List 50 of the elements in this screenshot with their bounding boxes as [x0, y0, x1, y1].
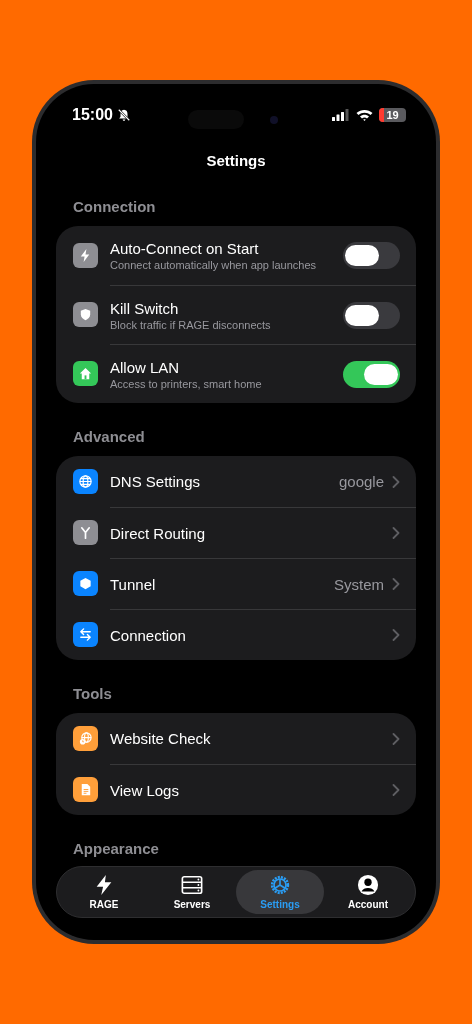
settings-row[interactable]: Direct Routing	[56, 507, 416, 558]
toggle-switch[interactable]	[343, 301, 400, 329]
row-value: System	[334, 575, 384, 593]
section-header: Connection	[72, 198, 157, 216]
row-title: Direct Routing	[110, 524, 207, 542]
row-title: Website Check	[110, 730, 212, 747]
tab-item[interactable]: Account	[324, 870, 412, 914]
camera-lens	[270, 116, 278, 124]
wifi-icon	[356, 109, 373, 121]
section-header: Advanced	[72, 428, 146, 446]
battery-percentage: 19	[386, 109, 399, 121]
settings-row[interactable]: Auto-Connect on Start Connect automatically when app launches	[56, 226, 416, 285]
row-subtitle: Block traffic if RAGE disconnects	[110, 318, 272, 331]
row-title: Kill Switch	[110, 299, 180, 317]
settings-row[interactable]: Website Check	[56, 713, 416, 764]
settings-row[interactable]: Kill Switch Block traffic if RAGE disconnects	[56, 285, 416, 344]
row-title: Connection	[110, 626, 187, 644]
toggle-switch[interactable]	[343, 242, 400, 269]
settings-icon	[269, 874, 291, 896]
screen-title: Settings	[205, 152, 267, 170]
bell-slash-icon	[116, 108, 131, 122]
tab-item[interactable]: RAGE	[60, 870, 148, 914]
settings-row[interactable]: View Logs	[56, 764, 416, 815]
row-title: DNS Settings	[110, 473, 202, 490]
row-title: Allow LAN	[110, 358, 181, 376]
settings-row[interactable]: Connection	[56, 609, 416, 660]
section-header: Appearance	[72, 840, 160, 858]
row-title: View Logs	[110, 781, 180, 799]
signal-icon	[332, 109, 350, 121]
row-title: Tunnel	[110, 575, 157, 593]
chevron-icon	[392, 629, 400, 641]
chevron-icon	[392, 784, 400, 796]
section-header: Tools	[72, 685, 113, 703]
settings-row[interactable]: Allow LAN Access to printers, smart home	[56, 344, 416, 403]
account-icon	[357, 874, 379, 896]
chevron-icon	[392, 578, 400, 590]
row-subtitle: Access to printers, smart home	[110, 377, 263, 390]
settings-row[interactable]: DNS Settings google	[56, 456, 416, 507]
tab-item[interactable]: Settings	[236, 870, 324, 914]
row-value: google	[338, 473, 384, 490]
row-subtitle: Connect automatically when app launches	[110, 259, 318, 271]
tab-item[interactable]: Servers	[148, 870, 236, 914]
row-title: Auto-Connect on Start	[110, 240, 260, 257]
toggle-switch[interactable]	[343, 360, 400, 388]
status-time: 15:00	[72, 106, 113, 124]
settings-row[interactable]: Tunnel System	[56, 558, 416, 609]
server-rack-icon	[181, 874, 203, 896]
chevron-icon	[392, 527, 400, 539]
chevron-icon	[392, 732, 400, 745]
chevron-icon	[392, 475, 400, 488]
